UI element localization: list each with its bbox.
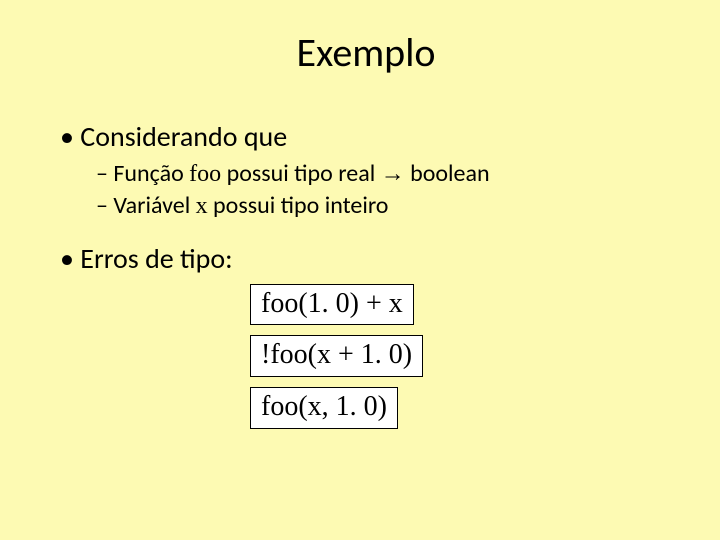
sub-variavel-suffix: possui tipo inteiro bbox=[208, 191, 389, 220]
slide-title: Exemplo bbox=[60, 28, 672, 77]
bullet-list: Considerando que Função foo possui tipo … bbox=[60, 119, 672, 276]
sub-list-1: Função foo possui tipo real → boolean Va… bbox=[60, 158, 672, 223]
code-boxes: foo(1. 0) + x !foo(x + 1. 0) foo(x, 1. 0… bbox=[250, 284, 672, 439]
sub-funcao-prefix: Função bbox=[113, 159, 189, 188]
bullet-erros: Erros de tipo: bbox=[60, 241, 672, 276]
sub-funcao-suffix: boolean bbox=[405, 159, 490, 188]
bullet-considerando-label: Considerando que bbox=[80, 119, 287, 154]
sub-funcao: Função foo possui tipo real → boolean bbox=[96, 158, 672, 190]
sub-funcao-mid: possui tipo real bbox=[221, 159, 381, 188]
bullet-considerando: Considerando que Função foo possui tipo … bbox=[60, 119, 672, 223]
sub-variavel-prefix: Variável bbox=[113, 191, 195, 220]
code-box-2: !foo(x + 1. 0) bbox=[250, 335, 423, 377]
code-box-1: foo(1. 0) + x bbox=[250, 284, 414, 326]
bullet-erros-label: Erros de tipo: bbox=[80, 241, 232, 276]
sub-funcao-code: foo bbox=[189, 161, 221, 187]
sub-variavel: Variável x possui tipo inteiro bbox=[96, 190, 672, 222]
code-box-3: foo(x, 1. 0) bbox=[250, 387, 398, 429]
sub-variavel-code: x bbox=[196, 193, 208, 219]
arrow-icon: → bbox=[381, 160, 405, 187]
